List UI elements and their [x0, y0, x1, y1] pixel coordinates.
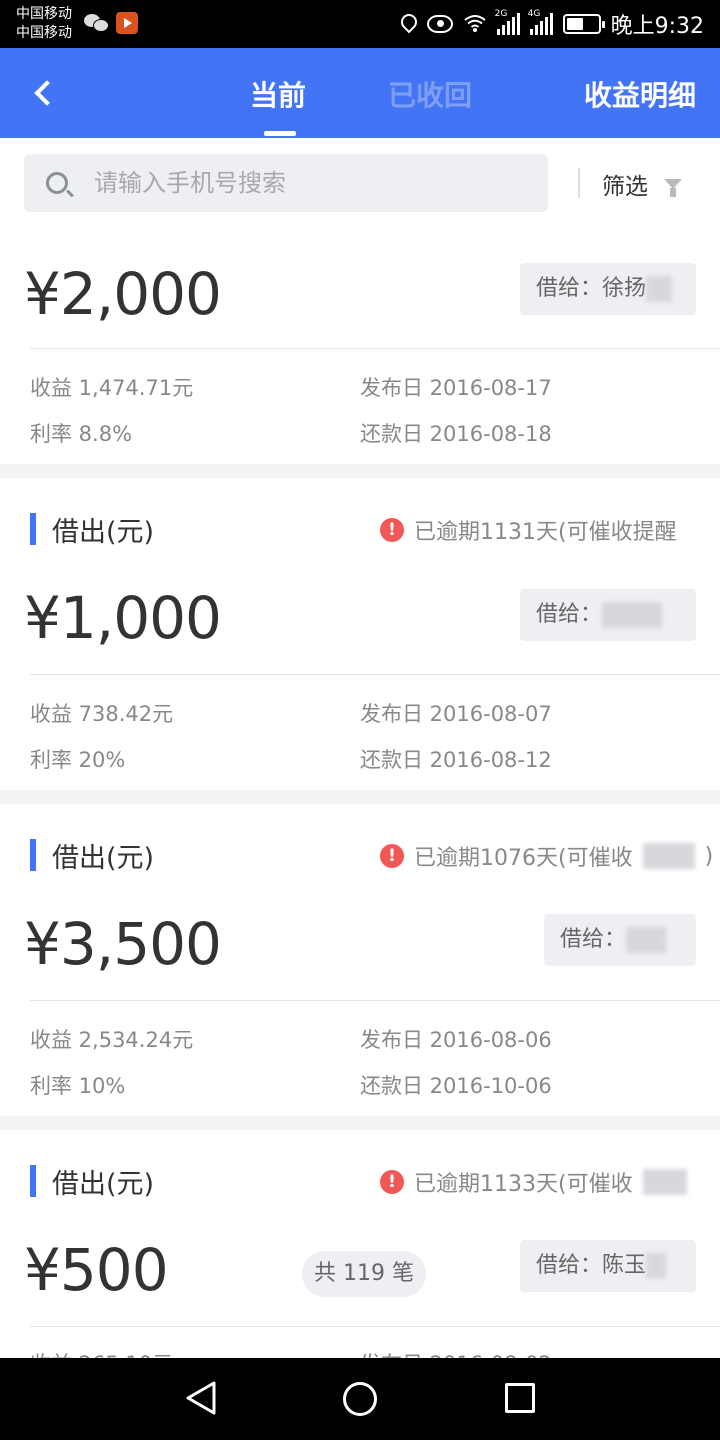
card-title: 借出(元) [30, 512, 154, 548]
card-title: 借出(元) [30, 1164, 154, 1200]
carrier-1: 中国移动 [16, 6, 72, 22]
publish-date-text: 发布日 2016-08-17 [360, 376, 552, 400]
loan-card[interactable]: 借出(元) ! 已逾期1076天(可催收) ¥3,500 借给： 收益 2,53… [0, 804, 720, 1116]
rate-text: 利率 20% [30, 748, 126, 772]
card-title: 借出(元) [30, 838, 154, 874]
tab-returned[interactable]: 已收回 [388, 74, 472, 114]
borrower-label: 借给： [520, 589, 696, 641]
loan-card[interactable]: ¥2,000 借给：徐扬 收益 1,474.71元 发布日 2016-08-17… [0, 230, 720, 464]
income-text: 收益 738.42元 [30, 702, 174, 726]
publish-date-text: 发布日 2016-08-06 [360, 1028, 552, 1052]
repay-date-text: 还款日 2016-08-18 [360, 422, 552, 446]
signal-icon-sim2: 4G [528, 9, 553, 35]
location-icon [399, 13, 417, 35]
active-tab-indicator [264, 131, 296, 136]
overdue-status: ! 已逾期1076天(可催收) [380, 840, 713, 872]
card-divider [30, 348, 720, 349]
carrier-labels: 中国移动 中国移动 [16, 5, 72, 43]
search-box[interactable] [24, 154, 548, 212]
borrower-label: 借给： [544, 914, 696, 966]
divider [578, 168, 580, 198]
wechat-icon [84, 12, 109, 32]
battery-icon [562, 14, 605, 34]
top-app-bar: 当前 已收回 收益明细 [0, 48, 720, 138]
loan-amount: ¥3,500 [24, 910, 222, 978]
redacted-text [642, 1169, 687, 1195]
nav-home-icon[interactable] [343, 1382, 377, 1416]
repay-date-text: 还款日 2016-10-06 [360, 1074, 552, 1098]
loan-amount: ¥500 [24, 1236, 169, 1304]
system-nav-bar [0, 1358, 720, 1440]
nav-recents-icon[interactable] [505, 1383, 535, 1413]
card-divider [30, 674, 720, 675]
filter-label: 筛选 [602, 174, 648, 200]
search-icon [46, 172, 68, 194]
redacted-name [602, 602, 663, 628]
redacted-text [642, 843, 695, 869]
card-divider [30, 1000, 720, 1001]
nav-back-icon[interactable] [184, 1380, 218, 1416]
income-text: 收益 2,534.24元 [30, 1028, 194, 1052]
tab-current[interactable]: 当前 [250, 74, 306, 114]
borrower-label: 借给：陈玉 [520, 1240, 696, 1292]
card-divider [30, 1326, 720, 1327]
overdue-status: ! 已逾期1131天(可催收提醒 [380, 514, 677, 546]
borrower-label: 借给：徐扬 [520, 263, 696, 315]
publish-date-text: 发布日 2016-08-07 [360, 702, 552, 726]
clock: 晚上9:32 [610, 14, 704, 39]
income-text: 收益 265.10元 [30, 1348, 173, 1358]
overdue-status: ! 已逾期1133天(可催收 [380, 1166, 687, 1198]
carrier-2: 中国移动 [16, 25, 72, 41]
rate-text: 利率 10% [30, 1074, 126, 1098]
video-app-icon [116, 12, 138, 34]
search-bar: 筛选 [0, 138, 720, 230]
loan-count-badge: 共 119 笔 [302, 1251, 426, 1297]
title-accent-bar [30, 1165, 36, 1197]
loan-card[interactable]: 借出(元) ! 已逾期1133天(可催收 ¥500 共 119 笔 借给：陈玉 … [0, 1130, 720, 1358]
income-detail-link[interactable]: 收益明细 [584, 74, 696, 114]
redacted-name [646, 1253, 667, 1279]
repay-date-text: 还款日 2016-08-12 [360, 748, 552, 772]
exclamation-icon: ! [380, 518, 404, 542]
eye-comfort-icon [426, 15, 453, 33]
rate-text: 利率 8.8% [30, 422, 133, 446]
redacted-name [626, 927, 667, 953]
signal-icon-sim1: 2G [495, 9, 520, 35]
status-bar: 中国移动 中国移动 2G 4G 晚上9:32 [0, 0, 720, 48]
publish-date-text: 发布日 2016-08-02 [360, 1348, 552, 1358]
filter-funnel-icon [664, 179, 682, 197]
phone-search-input[interactable] [94, 154, 534, 212]
exclamation-icon: ! [380, 1170, 404, 1194]
back-arrow-icon[interactable] [22, 70, 66, 114]
redacted-name [646, 276, 673, 302]
wifi-icon [463, 13, 487, 36]
exclamation-icon: ! [380, 844, 404, 868]
title-accent-bar [30, 839, 36, 871]
filter-button[interactable]: 筛选 [602, 168, 682, 200]
loan-amount: ¥2,000 [24, 260, 222, 328]
income-text: 收益 1,474.71元 [30, 376, 194, 400]
title-accent-bar [30, 513, 36, 545]
loan-amount: ¥1,000 [24, 584, 222, 652]
loan-card[interactable]: 借出(元) ! 已逾期1131天(可催收提醒 ¥1,000 借给： 收益 738… [0, 478, 720, 790]
